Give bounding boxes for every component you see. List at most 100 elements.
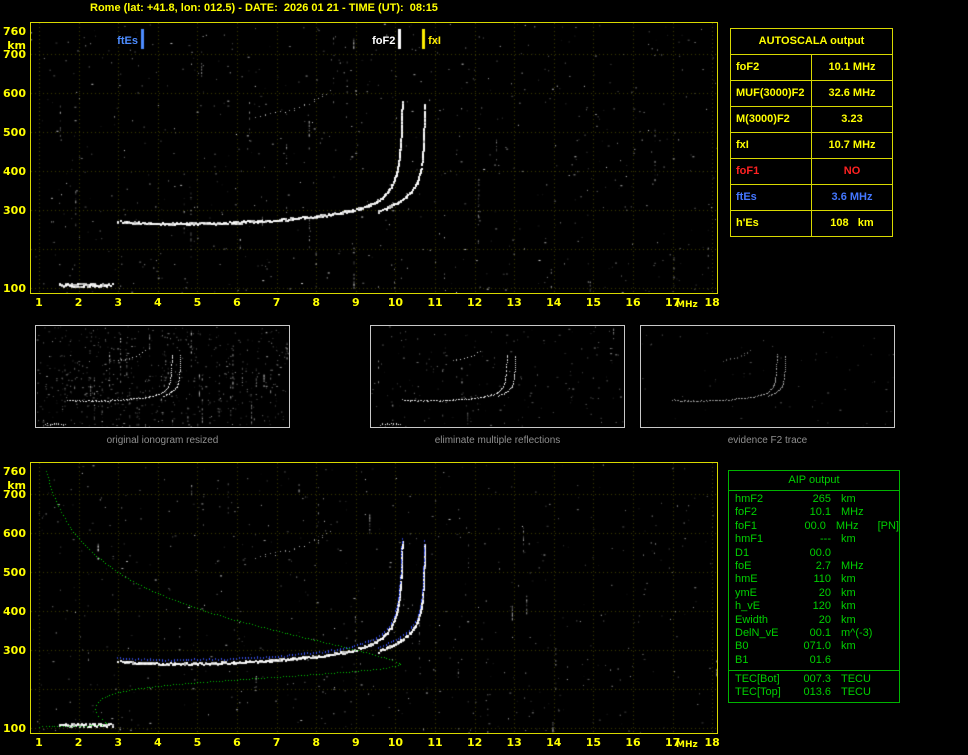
aip-row-name: B1 [735,653,749,666]
x-tick-label: 5 [193,296,202,309]
aip-row: hmF2 265 km [729,493,899,506]
x-tick-label: 2 [74,736,83,749]
aip-row-unit: km [841,533,856,546]
aip-row: DelN_vE 00.1 m^(-3) [729,627,899,640]
autoscala-row-value: 10.7 MHz [828,139,876,151]
autoscala-row-value: 108 km [830,217,874,229]
x-tick-label: 15 [585,296,602,309]
aip-row-value: 013.6 [803,686,831,699]
aip-row-value: --- [820,533,831,546]
aip-row-note: [PN] [877,519,899,532]
bottom-ionogram-panel [30,462,718,734]
autoscala-row-label: foF1 [731,159,812,184]
autoscala-app-screen: Rome (lat: +41.8, lon: 012.5) - DATE: 20… [0,0,968,755]
autoscala-row: foF1 NO [731,159,892,185]
aip-row-unit: MHz [841,559,864,572]
aip-row-value: 120 [812,600,831,613]
x-tick-label: 13 [506,296,522,309]
autoscala-row: M(3000)F2 3.23 [731,107,892,133]
aip-row-unit: km [841,493,856,505]
marker-label-foF2: foF2 [372,35,396,47]
aip-row-value: 20 [818,586,831,599]
y-tick-label: 500 [3,126,26,140]
aip-row-name: B0 [735,640,749,653]
autoscala-row-label: foF2 [731,55,812,80]
x-tick-label: 4 [153,296,162,309]
aip-row: Ewidth 20 km [729,614,899,627]
autoscala-row: MUF(3000)F2 32.6 MHz [731,81,892,107]
aip-row-unit: MHz [841,506,864,519]
aip-row-unit: km [841,600,856,613]
y-tick-label: 100 [3,281,26,295]
aip-row-name: DelN_vE [735,626,779,639]
aip-row-unit: km [841,586,856,599]
marker-label-fxI: fxI [428,35,441,47]
y-tick-label: 760 [3,465,26,478]
x-tick-label: 5 [193,736,202,749]
x-tick-label: 2 [74,296,83,309]
aip-output-table: AIP output hmF2 265 km foF2 10.1 MHz foF1 00.0 M… [728,470,900,703]
aip-row-value: 00.0 [804,519,826,532]
x-tick-label: 9 [351,736,360,749]
aip-row-name: hmE [735,573,758,586]
x-tick-label: 10 [387,736,404,749]
thumbnail-original-canvas [36,326,289,427]
aip-row: foE 2.7 MHz [729,560,899,573]
x-axis-unit: MHz [676,740,698,750]
aip-row-name: Ewidth [735,613,769,626]
autoscala-row-label: fxI [731,133,812,158]
aip-row: B0 071.0 km [729,640,899,653]
aip-row-unit: m^(-3) [841,626,873,639]
y-tick-label: 600 [3,87,26,101]
app-title: Rome (lat: +41.8, lon: 012.5) - DATE: 20… [90,2,438,14]
x-tick-label: 14 [546,296,562,309]
caption-f2trace: evidence F2 trace [727,435,808,446]
autoscala-row-value: 3.6 MHz [831,191,873,203]
profile-ionogram-canvas [31,463,717,733]
aip-row: hmF1 --- km [729,533,899,546]
aip-row-unit: TECU [841,686,871,699]
autoscala-row: foF2 10.1 MHz [731,55,892,81]
x-tick-label: 18 [704,296,720,309]
y-tick-label: 400 [3,605,26,619]
aip-row-name: foF1 [735,519,758,532]
aip-row-value: 00.1 [809,626,831,639]
top-ionogram-panel: ftEs foF2 fxI [30,22,718,294]
x-tick-label: 1 [35,296,43,309]
y-tick-label: 100 [3,721,26,735]
x-tick-label: 4 [153,736,162,749]
y-axis-unit: km [7,479,26,492]
aip-row: ymE 20 km [729,587,899,600]
aip-row-value: 10.1 [809,506,831,519]
aip-row: B1 01.6 [729,654,899,667]
aip-table-rows: hmF2 265 km foF2 10.1 MHz foF1 00.0 MHz [PN] hmF1 -… [729,491,899,667]
aip-tec-row: TEC[Top] 013.6 TECU [729,686,899,699]
autoscala-table-rows: foF2 10.1 MHz MUF(3000)F2 32.6 MHz M(3000)F2… [731,55,892,236]
autoscala-row-value: NO [843,165,861,177]
aip-row-name: hmF2 [735,493,764,505]
autoscala-row-label: h'Es [731,211,812,236]
x-tick-label: 3 [114,736,123,749]
x-tick-label: 6 [233,296,241,309]
aip-row: foF2 10.1 MHz [729,506,899,519]
aip-row-value: 00.0 [809,546,831,559]
aip-row-unit: km [841,573,856,586]
aip-row-value: 01.6 [809,653,831,666]
caption-cleaned: eliminate multiple reflections [434,435,561,446]
autoscala-output-table: AUTOSCALA output foF2 10.1 MHz MUF(3000)F2… [730,28,893,237]
aip-row-unit: TECU [841,673,871,686]
aip-table-title: AIP output [729,471,899,491]
autoscala-row: fxI 10.7 MHz [731,133,892,159]
aip-row-value: 007.3 [803,673,831,686]
aip-row-value: 2.7 [815,559,831,572]
aip-row-unit [841,547,885,560]
aip-row-value: 110 [813,573,831,586]
y-axis-unit: km [7,39,26,52]
x-tick-label: 3 [114,296,123,309]
autoscala-row: ftEs 3.6 MHz [731,185,892,211]
x-tick-label: 16 [625,296,641,309]
aip-row: h_vE 120 km [729,600,899,613]
aip-row: D1 00.0 [729,547,899,560]
y-tick-label: 300 [3,203,26,217]
autoscala-row-label: M(3000)F2 [731,107,812,132]
